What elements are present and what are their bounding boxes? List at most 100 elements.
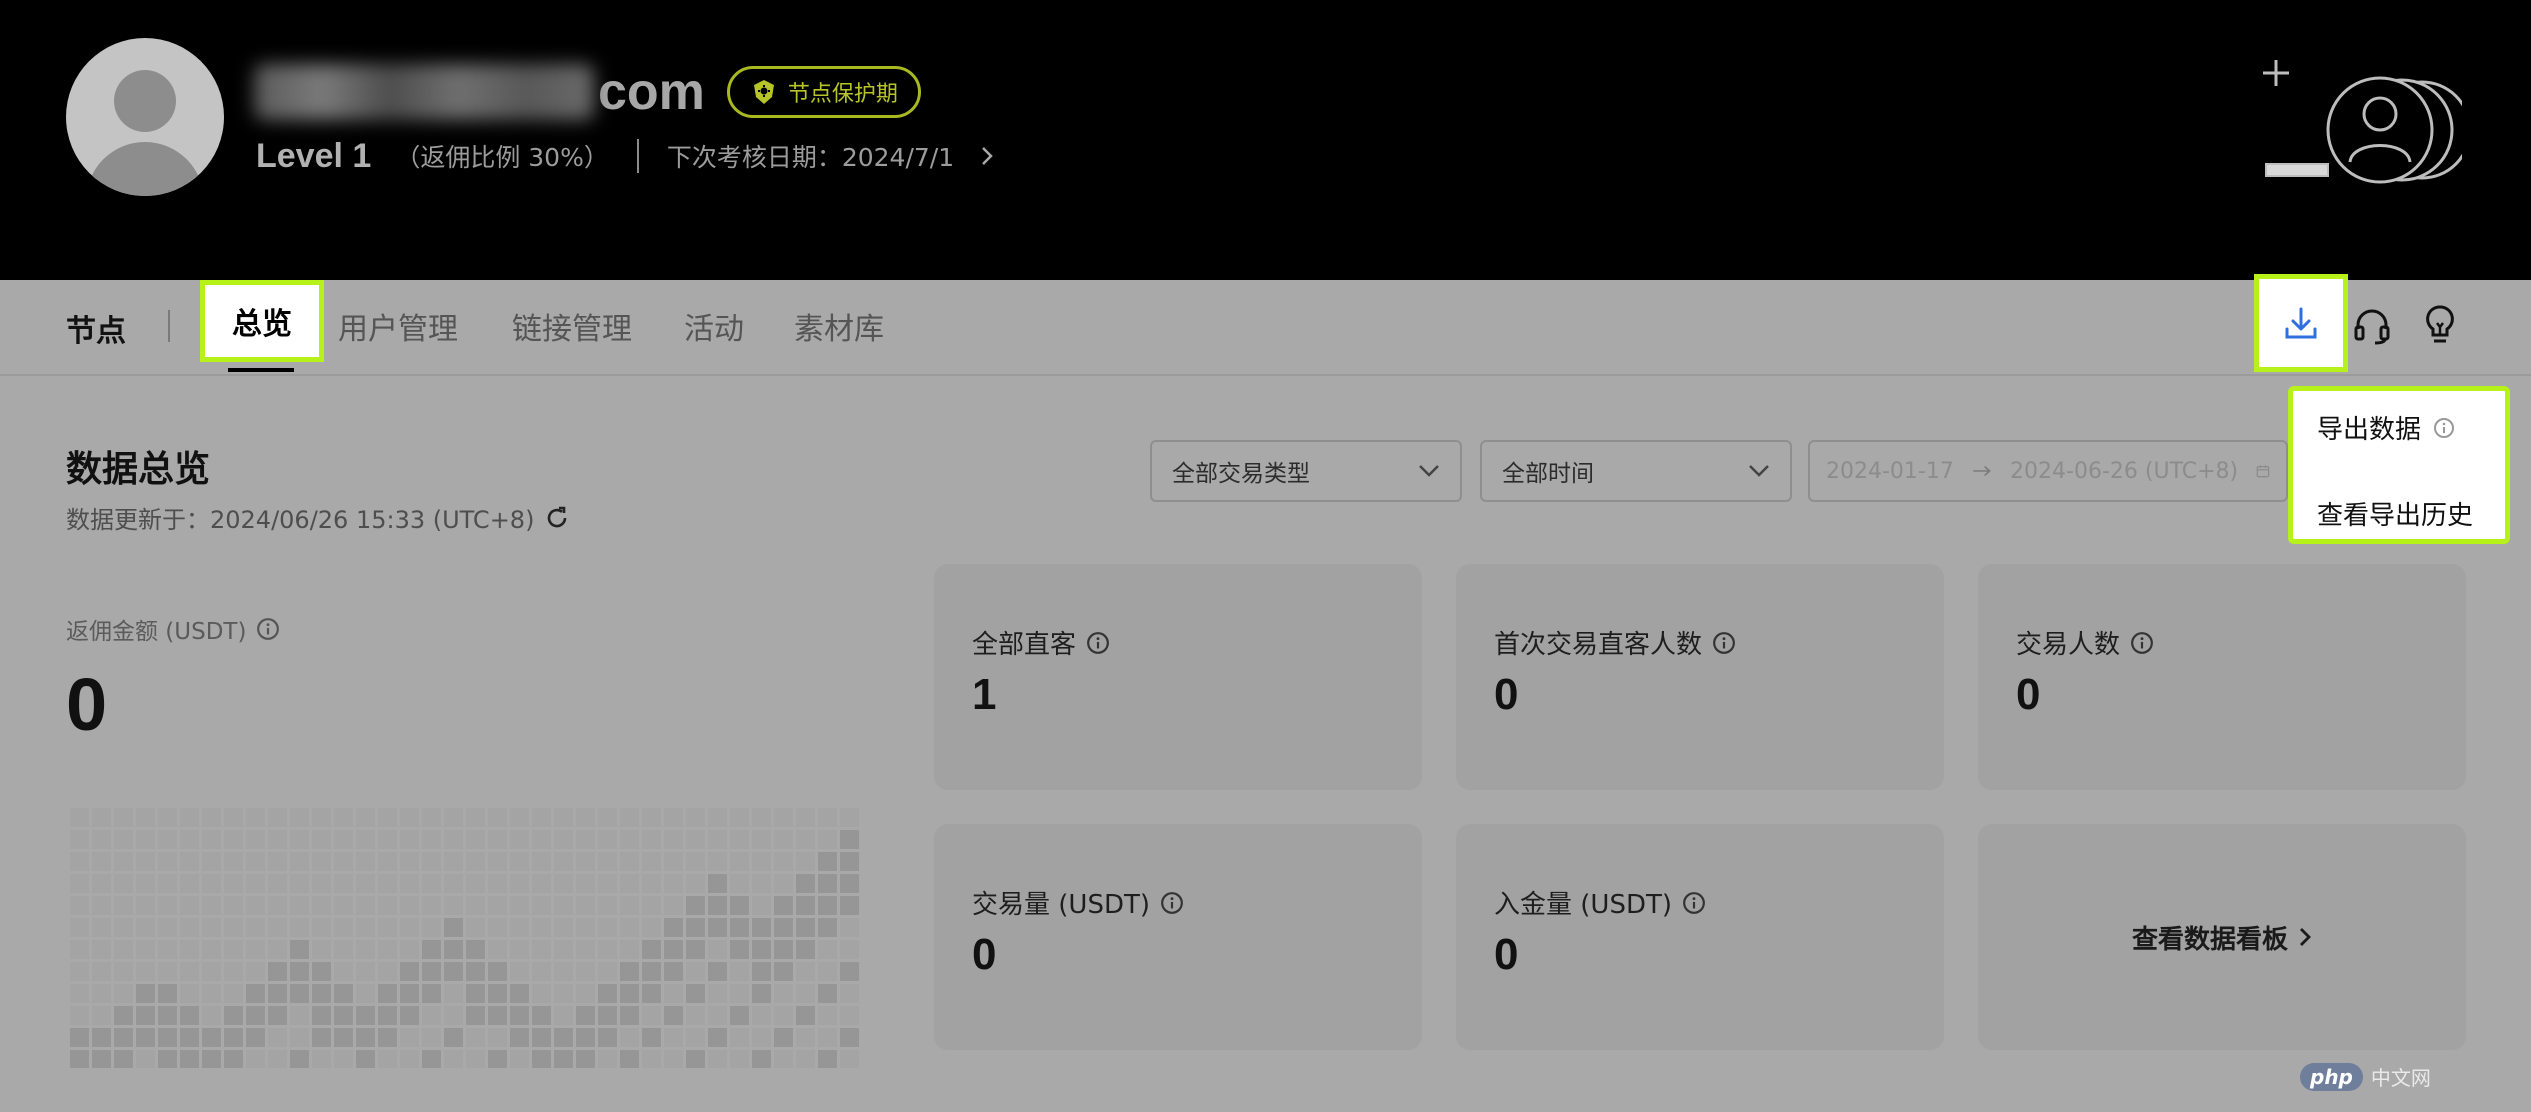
mosaic-cell [290, 1006, 309, 1025]
watermark: php 中文网 [2300, 1062, 2431, 1091]
info-icon[interactable] [1712, 631, 1736, 655]
mosaic-cell [664, 1006, 683, 1025]
mosaic-cell [246, 852, 265, 871]
tab-overview[interactable]: 总览 [200, 280, 324, 362]
rebate-placeholder-chart [70, 808, 859, 1068]
mosaic-cell [752, 808, 771, 827]
tips-button[interactable] [2416, 300, 2464, 350]
download-icon [2285, 307, 2317, 339]
mosaic-cell [620, 808, 639, 827]
metric-label-text: 交易人数 [2016, 630, 2121, 660]
mosaic-cell [422, 830, 441, 849]
mosaic-cell [224, 896, 243, 915]
mosaic-cell [158, 1006, 177, 1025]
view-dashboard-link[interactable]: 查看数据看板 [1978, 824, 2466, 1050]
mosaic-cell [840, 896, 859, 915]
active-tab-indicator [228, 368, 294, 372]
info-icon[interactable] [2130, 631, 2154, 655]
mosaic-cell [180, 984, 199, 1003]
mosaic-cell [334, 962, 353, 981]
chevron-right-icon[interactable] [980, 143, 1006, 169]
mosaic-cell [554, 984, 573, 1003]
mosaic-cell [466, 962, 485, 981]
metric-value: 0 [972, 930, 997, 979]
start-date[interactable]: 2024-01-17 [1826, 459, 1954, 484]
mosaic-cell [576, 874, 595, 893]
menu-item-export-data[interactable]: 导出数据 [2317, 409, 2455, 446]
mosaic-cell [312, 984, 331, 1003]
info-icon[interactable] [1682, 891, 1706, 915]
info-icon[interactable] [256, 617, 280, 641]
divider [168, 310, 170, 342]
mosaic-cell [818, 896, 837, 915]
mosaic-cell [268, 962, 287, 981]
tab-asset-library[interactable]: 素材库 [794, 304, 884, 348]
mosaic-cell [444, 1006, 463, 1025]
mosaic-cell [422, 808, 441, 827]
export-button[interactable] [2254, 274, 2348, 372]
mosaic-cell [598, 830, 617, 849]
mosaic-cell [180, 896, 199, 915]
mosaic-cell [532, 852, 551, 871]
mosaic-cell [576, 808, 595, 827]
mosaic-cell [268, 808, 287, 827]
mosaic-cell [268, 1028, 287, 1047]
dashboard-link-label: 查看数据看板 [2131, 924, 2288, 955]
mosaic-cell [488, 940, 507, 959]
mosaic-cell [796, 874, 815, 893]
refresh-icon[interactable] [544, 505, 570, 531]
metric-label-text: 交易量 (USDT) [972, 890, 1150, 920]
mosaic-cell [818, 962, 837, 981]
info-icon[interactable] [1160, 891, 1184, 915]
mosaic-cell [532, 808, 551, 827]
mosaic-cell [730, 874, 749, 893]
mosaic-cell [510, 874, 529, 893]
mosaic-cell [818, 984, 837, 1003]
mosaic-cell [246, 962, 265, 981]
metric-value: 0 [2016, 670, 2041, 719]
mosaic-cell [202, 830, 221, 849]
mosaic-cell [774, 852, 793, 871]
support-button[interactable] [2348, 300, 2396, 350]
arrow-right-icon [1973, 465, 1991, 477]
divider [636, 139, 639, 173]
mosaic-cell [620, 896, 639, 915]
view-dashboard-card[interactable]: 查看数据看板 [1978, 824, 2466, 1050]
mosaic-cell [180, 808, 199, 827]
mosaic-cell [158, 830, 177, 849]
mosaic-cell [422, 962, 441, 981]
chevron-down-icon [1749, 465, 1769, 477]
end-date[interactable]: 2024-06-26 (UTC+8) [2010, 459, 2238, 484]
mosaic-cell [554, 940, 573, 959]
mosaic-cell [180, 1006, 199, 1025]
tab-activities[interactable]: 活动 [684, 304, 744, 348]
mosaic-cell [774, 1050, 793, 1068]
mosaic-cell [532, 918, 551, 937]
mosaic-cell [686, 940, 705, 959]
avatar[interactable] [66, 38, 224, 196]
mosaic-cell [752, 984, 771, 1003]
watermark-text: 中文网 [2370, 1066, 2431, 1090]
mosaic-cell [356, 1050, 375, 1068]
mosaic-cell [334, 808, 353, 827]
level-row[interactable]: Level 1 （返佣比例 30%） 下次考核日期：2024/7/1 [256, 128, 1006, 184]
mosaic-cell [422, 852, 441, 871]
mosaic-cell [224, 852, 243, 871]
time-range-select[interactable]: 全部时间 [1480, 440, 1792, 502]
menu-item-export-history[interactable]: 查看导出历史 [2317, 495, 2473, 532]
date-range-picker[interactable]: 2024-01-17 2024-06-26 (UTC+8) [1808, 440, 2288, 502]
mosaic-cell [92, 852, 111, 871]
mosaic-cell [532, 962, 551, 981]
mosaic-cell [488, 852, 507, 871]
trade-type-select[interactable]: 全部交易类型 [1150, 440, 1462, 502]
mosaic-cell [488, 896, 507, 915]
mosaic-cell [312, 808, 331, 827]
mosaic-cell [312, 830, 331, 849]
tab-user-management[interactable]: 用户管理 [338, 304, 458, 348]
mosaic-cell [532, 874, 551, 893]
tab-link-management[interactable]: 链接管理 [512, 304, 632, 348]
info-icon[interactable] [2433, 417, 2455, 439]
headset-icon [2354, 309, 2390, 345]
info-icon[interactable] [1086, 631, 1110, 655]
mosaic-cell [246, 1028, 265, 1047]
